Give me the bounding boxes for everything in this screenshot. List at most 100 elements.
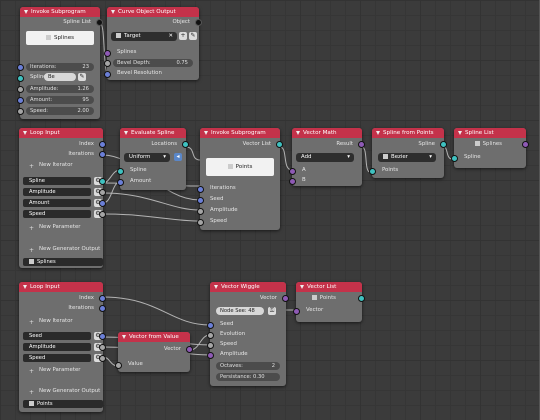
param-amplitude[interactable]: Amplitude: [23, 343, 91, 351]
new-parameter-button[interactable]: New Parameter: [19, 366, 103, 375]
output-socket[interactable]: [99, 333, 106, 340]
curve-object-output-node[interactable]: Curve Object Output Object Target ✕ + ✎ S…: [104, 7, 202, 80]
eyedropper-icon[interactable]: ✎: [78, 73, 86, 81]
spline-type-dropdown[interactable]: Bezier ▾: [378, 153, 436, 162]
amplitude-field[interactable]: Amplitude: 1.26: [26, 85, 94, 93]
input-socket[interactable]: [17, 108, 24, 115]
node-header[interactable]: Spline List: [454, 128, 526, 138]
loop-input-node-bottom[interactable]: Loop Input Index Iterations + New Iterat…: [19, 282, 106, 412]
output-socket[interactable]: [99, 295, 106, 302]
param-amount[interactable]: Amount: [23, 199, 91, 207]
output-socket[interactable]: [186, 346, 193, 353]
new-iterator-button[interactable]: New Iterator: [19, 161, 103, 170]
param-speed[interactable]: Speed: [23, 210, 91, 218]
node-header[interactable]: Vector Math: [292, 128, 362, 138]
mode-dropdown[interactable]: Uniform ▾: [124, 153, 170, 162]
speed-field[interactable]: Speed: 2.00: [26, 107, 94, 115]
node-header[interactable]: Spline from Points: [372, 128, 444, 138]
input-socket[interactable]: [104, 50, 111, 57]
node-header[interactable]: Vector from Value: [118, 332, 190, 342]
param-speed[interactable]: Speed: [23, 354, 91, 362]
node-header[interactable]: Evaluate Spline: [120, 128, 186, 138]
param-amplitude[interactable]: Amplitude: [23, 188, 91, 196]
output-socket[interactable]: [182, 141, 189, 148]
input-socket[interactable]: [369, 168, 376, 175]
evaluate-spline-node[interactable]: Evaluate Spline Locations Uniform ▾ ◂ Spl…: [117, 128, 189, 190]
node-seed-field[interactable]: Node See: 48: [216, 307, 264, 315]
node-header[interactable]: Loop Input: [19, 282, 103, 292]
vector-wiggle-node[interactable]: Vector Wiggle Vector Node See: 48 ⚿ Seed…: [207, 282, 289, 386]
new-generator-output-button[interactable]: New Generator Output: [19, 387, 103, 396]
octaves-field[interactable]: Octaves: 2: [216, 362, 280, 370]
invoke-subprogram-node-middle[interactable]: Invoke Subprogram Vector List Points Ite…: [197, 128, 283, 230]
input-socket[interactable]: [207, 332, 214, 339]
output-socket[interactable]: [440, 141, 447, 148]
node-header[interactable]: Vector Wiggle: [210, 282, 286, 292]
output-socket[interactable]: [99, 178, 106, 185]
output-socket[interactable]: [99, 305, 106, 312]
new-object-icon[interactable]: +: [179, 32, 187, 40]
input-socket[interactable]: [17, 75, 24, 82]
target-object-field[interactable]: Target ✕: [111, 32, 177, 41]
output-socket[interactable]: [276, 141, 283, 148]
loop-input-node-top[interactable]: Loop Input Index Iterations + New Iterat…: [19, 128, 106, 268]
output-socket[interactable]: [99, 355, 106, 362]
new-parameter-button[interactable]: New Parameter: [19, 223, 103, 232]
input-socket[interactable]: [293, 308, 300, 315]
spline-list-node[interactable]: Spline List Splines Spline: [451, 128, 529, 168]
input-socket[interactable]: [289, 168, 296, 175]
input-socket[interactable]: [197, 197, 204, 204]
output-socket[interactable]: [195, 19, 202, 26]
input-socket[interactable]: [451, 155, 458, 162]
lock-icon[interactable]: ⚿: [268, 307, 276, 315]
output-socket[interactable]: [99, 141, 106, 148]
generator-points[interactable]: Points: [23, 400, 103, 408]
iterations-field[interactable]: Iterations: 23: [26, 63, 94, 71]
bevel-depth-field[interactable]: Bevel Depth: 0.75: [113, 59, 193, 67]
node-header[interactable]: Invoke Subprogram: [20, 7, 100, 17]
input-socket[interactable]: [117, 168, 124, 175]
output-socket[interactable]: [358, 295, 365, 302]
input-socket[interactable]: [207, 352, 214, 359]
node-header[interactable]: Invoke Subprogram: [200, 128, 280, 138]
spline-object-field[interactable]: Be: [44, 73, 76, 81]
generator-splines[interactable]: Splines: [23, 258, 103, 266]
vector-list-node[interactable]: Vector List Points Vector: [293, 282, 365, 322]
new-generator-output-button[interactable]: New Generator Output: [19, 245, 103, 254]
param-seed[interactable]: Seed: [23, 332, 91, 340]
input-socket[interactable]: [197, 208, 204, 215]
input-socket[interactable]: [17, 86, 24, 93]
node-header[interactable]: Curve Object Output: [107, 7, 199, 17]
output-socket[interactable]: [282, 295, 289, 302]
vector-from-value-node[interactable]: Vector from Value Vector Value: [115, 332, 193, 372]
output-socket[interactable]: [99, 344, 106, 351]
amount-field[interactable]: Amount: 95: [26, 96, 94, 104]
spline-from-points-node[interactable]: Spline from Points Spline Bezier ▾ Points: [369, 128, 447, 178]
input-socket[interactable]: [207, 342, 214, 349]
input-socket[interactable]: [17, 97, 24, 104]
input-socket[interactable]: [104, 71, 111, 78]
subprogram-card[interactable]: Points: [206, 158, 274, 176]
output-socket[interactable]: [99, 189, 106, 196]
input-socket[interactable]: [115, 362, 122, 369]
subprogram-card[interactable]: Splines: [26, 31, 94, 45]
output-socket[interactable]: [99, 211, 106, 218]
eyedropper-icon[interactable]: ✎: [189, 32, 197, 40]
input-socket[interactable]: [197, 186, 204, 193]
input-socket[interactable]: [289, 178, 296, 185]
output-socket[interactable]: [96, 19, 103, 26]
param-spline[interactable]: Spline: [23, 177, 91, 185]
toggle-icon[interactable]: ◂: [174, 153, 182, 161]
output-socket[interactable]: [99, 151, 106, 158]
node-header[interactable]: Vector List: [296, 282, 362, 292]
output-socket[interactable]: [358, 141, 365, 148]
operation-dropdown[interactable]: Add ▾: [296, 153, 354, 162]
invoke-subprogram-node-top[interactable]: Invoke Subprogram Spline List Splines It…: [17, 7, 103, 119]
input-socket[interactable]: [117, 179, 124, 186]
output-socket[interactable]: [522, 141, 529, 148]
input-socket[interactable]: [104, 60, 111, 67]
input-socket[interactable]: [197, 219, 204, 226]
persistance-field[interactable]: Persistance: 0.30: [216, 373, 280, 381]
input-socket[interactable]: [17, 64, 24, 71]
vector-math-node[interactable]: Vector Math Result Add ▾ A B: [289, 128, 365, 186]
